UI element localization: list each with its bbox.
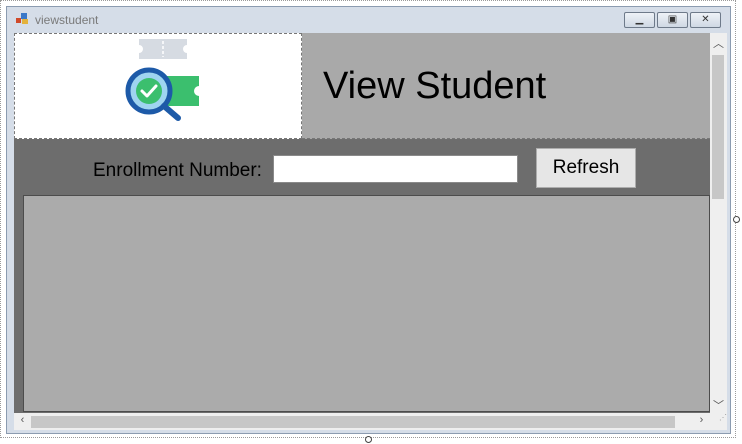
- resize-handle-bottom[interactable]: [365, 436, 372, 443]
- form-client-area: View Student Enrollment Number: Refresh: [14, 33, 710, 413]
- title-bar: viewstudent ▁ ▣ ✕: [7, 7, 730, 33]
- enrollment-number-label: Enrollment Number:: [93, 160, 262, 181]
- restore-button[interactable]: ▣: [657, 12, 688, 28]
- enrollment-number-input[interactable]: [273, 155, 518, 183]
- minimize-button[interactable]: ▁: [624, 12, 655, 28]
- header-panel: View Student: [302, 33, 710, 139]
- refresh-button[interactable]: Refresh: [536, 148, 636, 188]
- app-icon: [16, 13, 30, 25]
- chevron-down-icon[interactable]: ﹀: [710, 397, 727, 413]
- chevron-up-icon[interactable]: ︿: [710, 35, 727, 51]
- size-grip-icon[interactable]: ⋰: [710, 413, 727, 430]
- horizontal-scrollbar[interactable]: ‹ ›: [14, 413, 710, 430]
- student-data-grid[interactable]: [23, 195, 710, 412]
- vertical-scroll-thumb[interactable]: [712, 55, 724, 199]
- chevron-right-icon[interactable]: ›: [693, 414, 710, 426]
- minimize-icon: ▁: [635, 14, 644, 25]
- window-title: viewstudent: [35, 13, 99, 27]
- form-window: viewstudent ▁ ▣ ✕ View Student Enrollmen…: [6, 6, 731, 434]
- chevron-left-icon[interactable]: ‹: [14, 414, 31, 426]
- close-icon: ✕: [701, 14, 710, 25]
- close-button[interactable]: ✕: [690, 12, 721, 28]
- resize-handle-right[interactable]: [733, 216, 740, 223]
- horizontal-scroll-thumb[interactable]: [31, 416, 675, 428]
- ticket-search-check-icon: [125, 39, 199, 121]
- logo-picturebox: [14, 33, 302, 139]
- page-title: View Student: [323, 65, 547, 107]
- restore-icon: ▣: [667, 14, 678, 25]
- vertical-scrollbar[interactable]: ︿ ﹀: [710, 33, 727, 413]
